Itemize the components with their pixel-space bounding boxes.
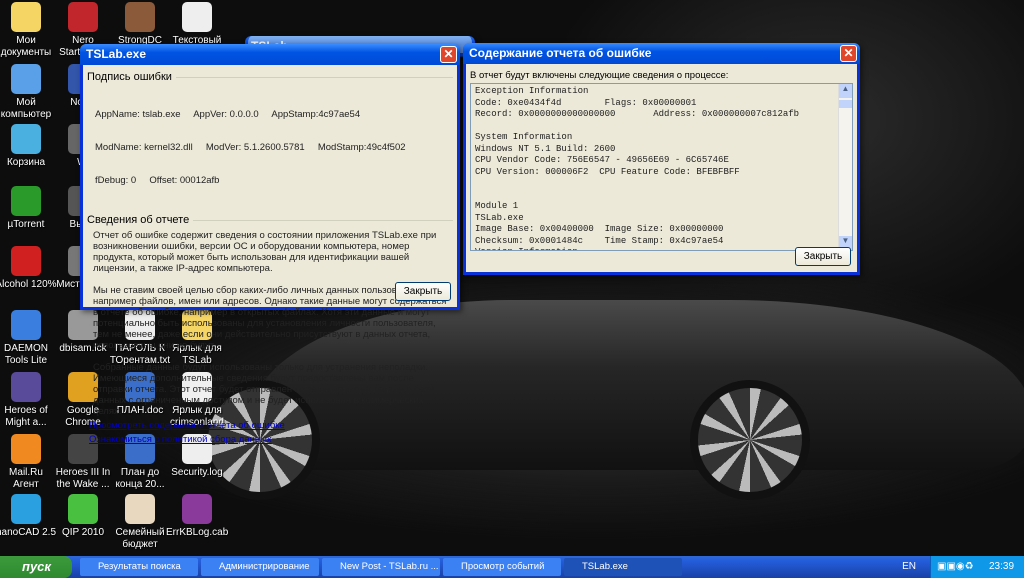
scrollbar[interactable]: ▲ ▼	[838, 84, 852, 250]
desktop-icon-label: Семейный бюджет	[115, 527, 165, 550]
desktop-icon[interactable]: Корзина	[0, 124, 57, 169]
desktop-icon[interactable]: µTorrent	[0, 186, 57, 231]
app-icon	[11, 494, 41, 524]
app-icon	[11, 310, 41, 340]
privacy-policy-link[interactable]: Ознакомиться с политикой сбора данных	[83, 434, 457, 445]
report-content[interactable]: Exception Information Code: 0xe0434f4d F…	[471, 84, 852, 250]
system-tray: ▣▣◉♻ 23:39	[930, 556, 1024, 578]
desktop-icon-label: µTorrent	[7, 219, 45, 230]
sig-line: fDebug: 0 Offset: 00012afb	[95, 175, 220, 186]
app-icon	[125, 494, 155, 524]
app-icon	[11, 64, 41, 94]
desktop-icon[interactable]: DAEMON Tools Lite	[0, 310, 57, 367]
clock[interactable]: 23:39	[989, 561, 1014, 572]
close-icon[interactable]: ✕	[440, 46, 457, 63]
report-intro: В отчет будут включены следующие сведени…	[470, 70, 729, 81]
desktop-icon[interactable]: QIP 2010	[52, 494, 114, 539]
desktop-icon[interactable]: Семейный бюджет	[109, 494, 171, 551]
desktop-icon[interactable]: Alcohol 120%	[0, 246, 57, 291]
desktop-icon-label: Heroes III In the Wake ...	[55, 467, 111, 490]
report-dialog-title: Содержание отчета об ошибке	[469, 46, 652, 60]
taskbar-item-active[interactable]: TSLab.exe	[564, 558, 682, 576]
error-dialog: TSLab.exe ✕ Подпись ошибки AppName: tslab…	[80, 44, 460, 445]
desktop-icon[interactable]: Mail.Ru Агент	[0, 434, 57, 491]
scroll-thumb[interactable]	[839, 100, 852, 108]
start-button[interactable]: пуск	[0, 556, 72, 578]
taskbar-item[interactable]: Результаты поиска	[80, 558, 198, 576]
desktop-icon-label: Мой компьютер	[0, 97, 52, 120]
app-icon	[11, 246, 41, 276]
desktop-icon-label: ErrKBLog.cab	[166, 527, 229, 538]
view-report-link[interactable]: Просмотреть содержимое отчета об ошибке	[83, 420, 457, 431]
desktop-icon-label: Security.log	[171, 467, 223, 478]
sig-line: AppName: tslab.exe AppVer: 0.0.0.0 AppSt…	[95, 109, 361, 120]
app-icon	[11, 186, 41, 216]
taskbar-item[interactable]: Просмотр событий	[443, 558, 561, 576]
app-icon	[182, 494, 212, 524]
tray-icons[interactable]: ▣▣◉♻	[937, 561, 974, 572]
language-indicator[interactable]: EN	[902, 561, 916, 572]
info-paragraph: Собранные данные будут использованы толь…	[93, 362, 434, 417]
app-icon	[11, 372, 41, 402]
info-paragraph: Отчет об ошибке содержит сведения о сост…	[93, 230, 437, 274]
info-paragraph: Мы не ставим своей целью сбор каких-либо…	[93, 285, 447, 351]
desktop-icon-label: План до конца 20...	[115, 467, 165, 490]
desktop-icon[interactable]: nanoCAD 2.5	[0, 494, 57, 539]
desktop-icon[interactable]: Heroes of Might a...	[0, 372, 57, 429]
desktop-icon[interactable]: Мои документы	[0, 2, 57, 59]
desktop-icon[interactable]: Мой компьютер	[0, 64, 57, 121]
desktop-icon[interactable]: ErrKBLog.cab	[166, 494, 228, 539]
app-icon	[182, 2, 212, 32]
close-icon[interactable]: ✕	[840, 45, 857, 62]
app-icon	[11, 434, 41, 464]
close-button[interactable]: Закрыть	[795, 247, 851, 266]
error-dialog-title: TSLab.exe	[86, 47, 147, 61]
desktop-icon-label: nanoCAD 2.5	[0, 527, 57, 538]
desktop-icon-label: Мои документы	[0, 35, 52, 58]
wallpaper-wheel	[690, 380, 810, 500]
taskbar: пуск Результаты поиска Администрирование…	[0, 556, 1024, 578]
report-dialog: Содержание отчета об ошибке ✕ В отчет буд…	[463, 43, 860, 275]
close-button[interactable]: Закрыть	[395, 282, 451, 301]
desktop-icon-label: Alcohol 120%	[0, 279, 57, 290]
taskbar-item[interactable]: New Post - TSLab.ru ...	[322, 558, 440, 576]
report-group-label: Сведения об отчете	[87, 214, 453, 226]
desktop-icon-label: Корзина	[6, 157, 46, 168]
desktop-icon[interactable]: StrongDC	[109, 2, 171, 47]
app-icon	[11, 2, 41, 32]
desktop-icon-label: Mail.Ru Агент	[9, 467, 43, 490]
desktop-icon-label: Heroes of Might a...	[4, 405, 48, 428]
signature-group-label: Подпись ошибки	[87, 71, 453, 83]
scroll-up-icon[interactable]: ▲	[839, 84, 852, 98]
sig-line: ModName: kernel32.dll ModVer: 5.1.2600.5…	[95, 142, 406, 153]
app-icon	[68, 494, 98, 524]
taskbar-item[interactable]: Администрирование	[201, 558, 319, 576]
app-icon	[125, 2, 155, 32]
desktop-icon-label: DAEMON Tools Lite	[4, 343, 48, 366]
app-icon	[68, 2, 98, 32]
desktop-icon-label: QIP 2010	[61, 527, 105, 538]
app-icon	[11, 124, 41, 154]
